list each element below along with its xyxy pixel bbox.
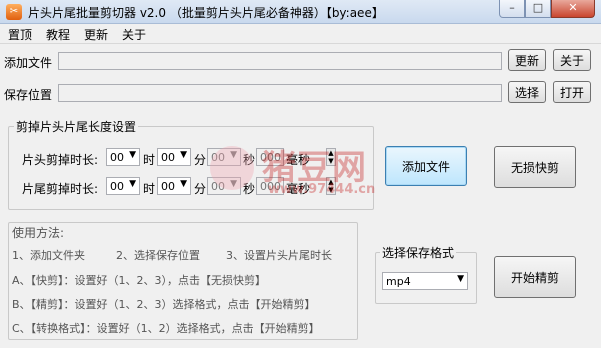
chevron-down-icon: ▼ (180, 179, 187, 189)
tail-ms-input[interactable]: 000 (256, 177, 284, 195)
format-selected-value: mp4 (386, 275, 411, 288)
save-location-input[interactable] (58, 84, 502, 102)
head-minute-select[interactable]: 00 ▼ (157, 148, 191, 166)
chevron-down-icon: ▼ (457, 274, 464, 284)
trim-settings-group (8, 126, 374, 210)
usage-line-b: B、【精剪】：设置好（1、2、3）选择格式，点击【开始精剪】 (12, 298, 316, 311)
head-minute-value: 00 (161, 151, 175, 164)
tail-ms-spinner[interactable]: ▲ ▼ (326, 177, 336, 195)
add-file-button[interactable]: 添加文件 (385, 146, 467, 186)
head-hour-value: 00 (110, 151, 124, 164)
head-ms-spinner[interactable]: ▲ ▼ (326, 148, 336, 166)
head-minute-unit: 分 (194, 153, 207, 167)
tail-minute-select[interactable]: 00 ▼ (157, 177, 191, 195)
head-second-unit: 秒 (243, 153, 256, 167)
tail-hour-value: 00 (110, 180, 124, 193)
window-title: 片头片尾批量剪切器 v2.0 （批量剪片头片尾必备神器）【by:aee】 (28, 6, 384, 20)
chevron-down-icon: ▼ (129, 179, 136, 189)
add-file-label: 添加文件 (4, 56, 53, 70)
head-ms-input[interactable]: 000 (256, 148, 284, 166)
usage-line-a: A、【快剪】：设置好（1、2、3），点击【无损快剪】 (12, 274, 267, 287)
head-hour-unit: 时 (143, 153, 156, 167)
menu-item-pin[interactable]: 置顶 (8, 26, 32, 43)
tail-second-unit: 秒 (243, 182, 256, 196)
usage-step3: 3、设置片头片尾时长 (226, 249, 332, 262)
menu-item-update[interactable]: 更新 (84, 26, 108, 43)
lossless-cut-button[interactable]: 无损快剪 (494, 146, 576, 188)
chevron-down-icon: ▼ (180, 150, 187, 160)
usage-title: 使用方法: (12, 226, 65, 240)
chevron-down-icon: ▼ (230, 179, 237, 189)
window-controls: – □ ✕ (499, 0, 595, 20)
close-icon[interactable]: ✕ (551, 0, 595, 18)
save-location-label: 保存位置 (4, 88, 53, 102)
tail-ms-unit: 毫秒 (286, 182, 311, 196)
menu-item-tutorial[interactable]: 教程 (46, 26, 70, 43)
head-ms-unit: 毫秒 (286, 153, 311, 167)
tail-hour-select[interactable]: 00 ▼ (106, 177, 140, 195)
select-button[interactable]: 选择 (508, 81, 546, 103)
chevron-down-icon: ▼ (230, 150, 237, 160)
head-ms-value: 000 (260, 151, 281, 164)
start-precise-cut-button[interactable]: 开始精剪 (494, 256, 576, 298)
head-second-select[interactable]: 00 ▼ (207, 148, 241, 166)
usage-step1: 1、添加文件夹 (12, 249, 85, 262)
trim-settings-title: 剪掉片头片尾长度设置 (14, 118, 139, 135)
title-bar: ✂ 片头片尾批量剪切器 v2.0 （批量剪片头片尾必备神器）【by:aee】 –… (0, 0, 601, 24)
menu-item-about[interactable]: 关于 (122, 26, 146, 43)
usage-line-c: C、【转换格式】：设置好（1、2）选择格式，点击【开始精剪】 (12, 322, 320, 335)
tail-second-select[interactable]: 00 ▼ (207, 177, 241, 195)
open-button[interactable]: 打开 (553, 81, 591, 103)
head-trim-label: 片头剪掉时长: (22, 153, 99, 167)
chevron-down-icon: ▼ (129, 150, 136, 160)
format-title: 选择保存格式 (380, 244, 457, 261)
maximize-icon[interactable]: □ (525, 0, 551, 18)
app-icon: ✂ (6, 4, 22, 20)
tail-minute-unit: 分 (194, 182, 207, 196)
head-second-value: 00 (211, 151, 225, 164)
tail-hour-unit: 时 (143, 182, 156, 196)
head-hour-select[interactable]: 00 ▼ (106, 148, 140, 166)
tail-ms-value: 000 (260, 180, 281, 193)
menu-bar: 置顶 教程 更新 关于 (0, 24, 601, 44)
format-select[interactable]: mp4 ▼ (382, 272, 468, 290)
tail-minute-value: 00 (161, 180, 175, 193)
tail-trim-label: 片尾剪掉时长: (22, 182, 99, 196)
add-file-input[interactable] (58, 52, 502, 70)
tail-second-value: 00 (211, 180, 225, 193)
about-button[interactable]: 关于 (553, 49, 591, 71)
minimize-icon[interactable]: – (499, 0, 525, 18)
usage-step2: 2、选择保存位置 (116, 249, 200, 262)
update-button[interactable]: 更新 (508, 49, 546, 71)
